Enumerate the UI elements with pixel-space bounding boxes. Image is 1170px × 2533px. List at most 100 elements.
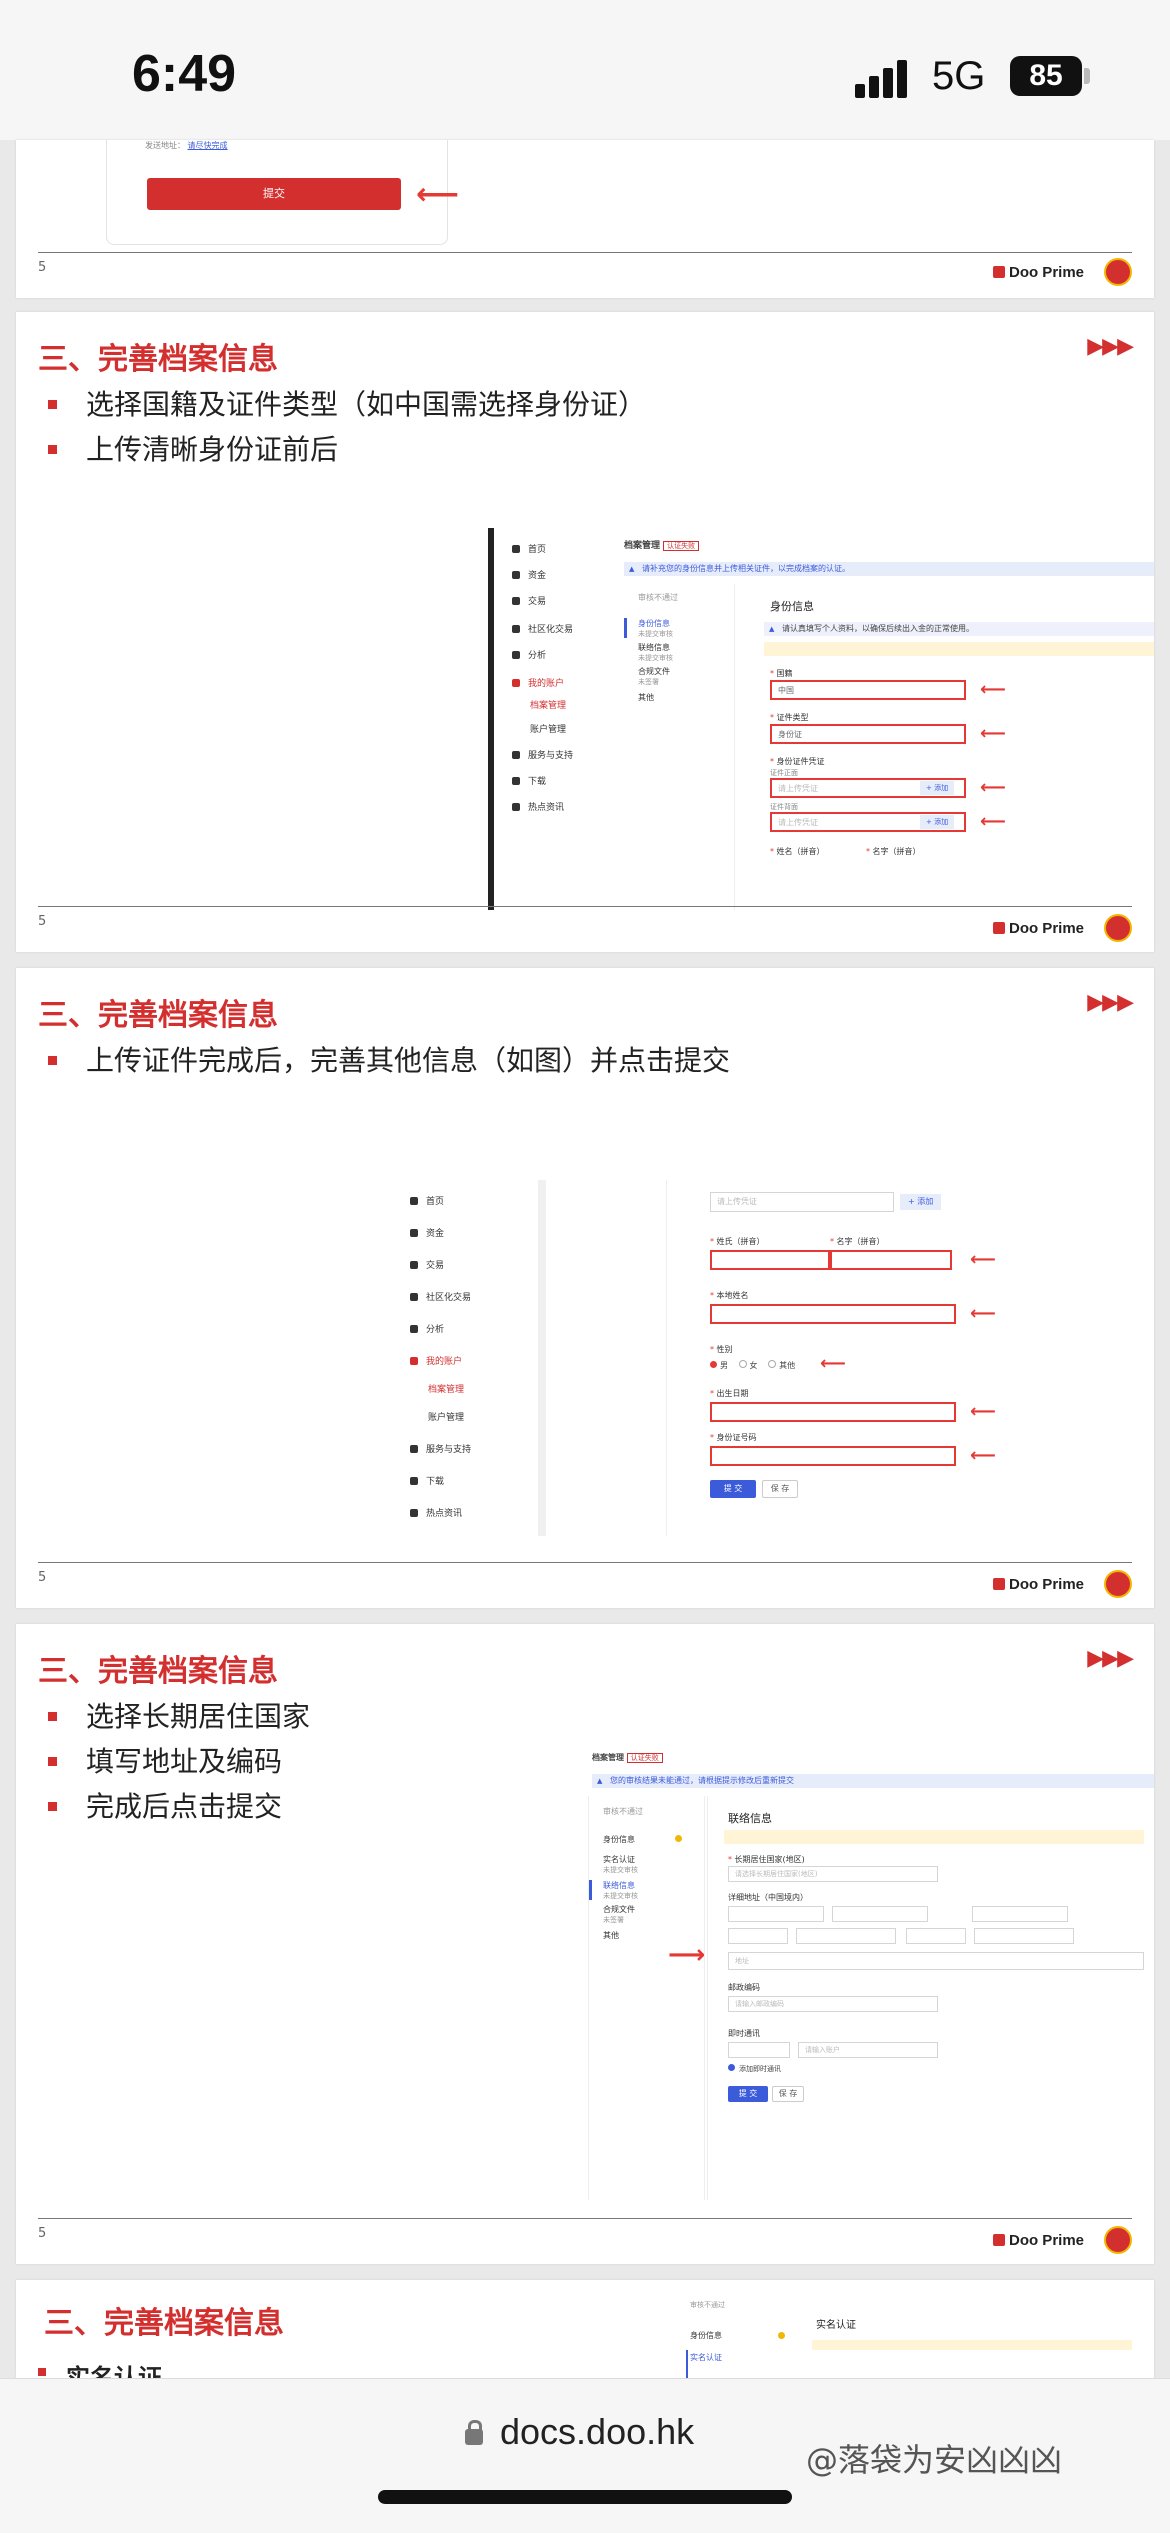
nationality-select[interactable]: 中国 [770,680,966,700]
district-input[interactable] [972,1906,1068,1922]
building-input[interactable] [796,1928,896,1944]
footer-divider [38,252,1132,253]
im-account-input[interactable]: 请输入账户 [798,2042,938,2058]
residence-label: * 长期居住国家(地区) [728,1855,805,1864]
province-input[interactable] [728,1906,824,1922]
gender-label: * 性别 [710,1345,733,1354]
street-select[interactable] [728,1928,788,1944]
browser-address-bar[interactable]: docs.doo.hk @落袋为安凶凶凶 [0,2378,1170,2533]
room-input[interactable] [974,1928,1074,1944]
brand-logo: Doo Prime [992,1576,1084,1593]
signal-icon [855,58,915,98]
page-number: 5 [38,260,47,275]
sidebar-item-download[interactable]: 下载 [512,774,546,787]
birth-date-input[interactable] [710,1402,956,1422]
battery-tip [1084,68,1090,84]
sidebar-item-download[interactable]: 下载 [410,1474,444,1487]
url-text[interactable]: docs.doo.hk [500,2411,694,2453]
surname-input[interactable] [710,1250,830,1270]
submit-button[interactable]: 提交 [147,178,401,210]
menu-item-realname[interactable]: 实名认证 未提交审核 [603,1854,638,1875]
sidebar-item-support[interactable]: 服务与支持 [410,1442,471,1455]
sidebar-item-funds[interactable]: 资金 [512,568,546,581]
im-type-select[interactable] [728,2042,790,2058]
sidebar-item-accounts[interactable]: 账户管理 [428,1410,464,1423]
warning-bar [812,2340,1132,2350]
section-title: 身份信息 [770,600,814,613]
page-header: 档案管理 认证失败 [624,538,700,551]
bullet-item: 选择国籍及证件类型（如中国需选择身份证） [38,382,646,427]
postal-code-label: 邮政编码 [728,1983,760,1992]
id-number-input[interactable] [710,1446,956,1466]
sidebar: 首页 资金 交易 社区化交易 分析 我的账户 档案管理 账户管理 服务与支持 下… [494,528,614,910]
unit-select[interactable] [906,1928,966,1944]
add-button[interactable]: + 添加 [900,1194,942,1210]
sidebar-item-my-account[interactable]: 我的账户 [410,1354,462,1367]
pointer-arrow: ⟵ [980,777,1006,798]
add-button[interactable]: + 添加 [920,781,955,795]
gender-radio-group: 男 女 其他 [710,1360,795,1371]
sidebar-item-profile[interactable]: 档案管理 [428,1382,464,1395]
status-bar: 6:49 5G 85 [0,0,1170,140]
brand-logo: Doo Prime [992,264,1084,281]
menu-item-contact[interactable]: 联络信息 未提交审核 [638,642,673,663]
gender-radio-male[interactable]: 男 [710,1361,728,1370]
menu-item-identity[interactable]: 身份信息 未提交审核 [638,618,673,639]
surname-label: * 姓名（拼音） [770,847,825,856]
gender-radio-other[interactable]: 其他 [768,1360,795,1370]
next-arrows-icon: ▶▶▶ [1087,334,1134,359]
sidebar-item-trade[interactable]: 交易 [512,594,546,607]
slide-title: 三、完善档案信息 [44,2306,284,2341]
address-label: 详细地址（中国境内） [728,1893,808,1902]
add-im-checkbox[interactable]: 添加即时通讯 [728,2064,781,2074]
menu-item-realname[interactable]: 实名认证 [690,2352,722,2363]
sidebar-item-profile[interactable]: 档案管理 [530,698,566,711]
pointer-arrow: ⟵ [970,1445,996,1466]
contact-screenshot: 档案管理 认证失败 您的审核结果未能通过，请根据提示修改后重新提交 审核不通过 … [586,1746,1154,2200]
sidebar-item-trade[interactable]: 交易 [410,1258,444,1271]
menu-item-identity[interactable]: 身份信息 [690,2330,722,2341]
sidebar-item-analysis[interactable]: 分析 [512,648,546,661]
save-button[interactable]: 保 存 [762,1480,798,1498]
sidebar-item-social[interactable]: 社区化交易 [512,622,573,635]
complete-link[interactable]: 请尽快完成 [188,141,228,150]
detail-address-input[interactable]: 地址 [728,1952,1144,1970]
submit-button[interactable]: 提 交 [710,1480,756,1498]
menu-item-contact[interactable]: 联络信息 未提交审核 [603,1880,638,1901]
submit-button[interactable]: 提 交 [728,2086,768,2102]
residence-select[interactable]: 请选择长期居住国家(地区) [728,1866,938,1882]
upload-field[interactable]: 请上传凭证 [710,1192,894,1212]
city-input[interactable] [832,1906,928,1922]
bullet-list: 选择国籍及证件类型（如中国需选择身份证） 上传清晰身份证前后 [38,382,646,472]
menu-item-other[interactable]: 其他 [603,1930,619,1941]
menu-status: 审核不通过 [690,2301,725,2309]
status-badge: 认证失败 [663,541,700,551]
sidebar-item-funds[interactable]: 资金 [410,1226,444,1239]
sidebar-item-news[interactable]: 热点资讯 [512,800,564,813]
menu-item-compliance[interactable]: 合规文件 未签署 [638,666,670,687]
sidebar-item-social[interactable]: 社区化交易 [410,1290,471,1303]
sidebar-item-home[interactable]: 首页 [410,1194,444,1207]
watermark: @落袋为安凶凶凶 [806,2441,1063,2479]
menu-item-other[interactable]: 其他 [638,692,654,703]
sidebar-item-home[interactable]: 首页 [512,542,546,555]
doc-type-select[interactable]: 身份证 [770,724,966,744]
postal-code-input[interactable]: 请输入邮政编码 [728,1996,938,2012]
gender-radio-female[interactable]: 女 [738,1360,758,1370]
save-button[interactable]: 保 存 [772,2086,804,2102]
sidebar-item-accounts[interactable]: 账户管理 [530,722,566,735]
menu-item-identity[interactable]: 身份信息 [603,1834,682,1845]
sidebar-item-support[interactable]: 服务与支持 [512,748,573,761]
pointer-arrow: ⟵ [970,1401,996,1422]
given-name-input[interactable] [830,1250,952,1270]
menu-item-compliance[interactable]: 合规文件 未签署 [603,1904,635,1925]
pointer-arrow: ⟵ [980,679,1006,700]
sidebar-item-news[interactable]: 热点资讯 [410,1506,462,1519]
sidebar-item-my-account[interactable]: 我的账户 [512,676,564,689]
back-label: 证件背面 [770,803,798,811]
add-button[interactable]: + 添加 [920,815,955,829]
sidebar-item-analysis[interactable]: 分析 [410,1322,444,1335]
slide-title: 三、完善档案信息 [38,998,278,1033]
local-name-input[interactable] [710,1304,956,1324]
home-indicator[interactable] [378,2490,792,2504]
